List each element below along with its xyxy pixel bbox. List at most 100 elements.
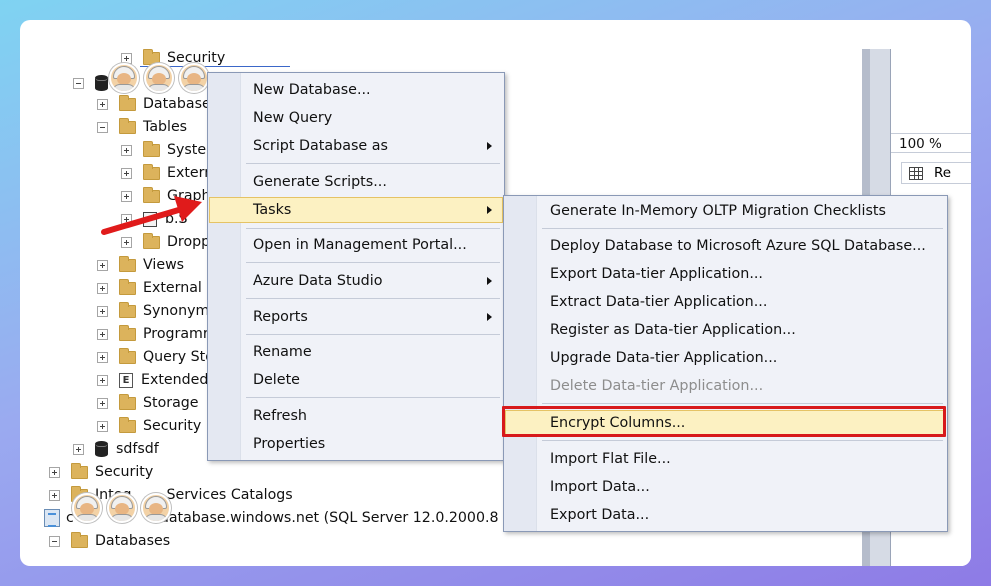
collapse-icon[interactable] bbox=[73, 77, 84, 89]
server-icon bbox=[44, 509, 60, 527]
tree-item-label: Tables bbox=[143, 119, 188, 135]
expand-icon[interactable] bbox=[97, 98, 108, 110]
folder-icon bbox=[119, 324, 136, 341]
menu-separator bbox=[542, 403, 943, 404]
menu-item-export-data[interactable]: Export Data... bbox=[505, 502, 946, 528]
menu-item-label: Extract Data-tier Application... bbox=[550, 294, 768, 310]
expand-icon[interactable] bbox=[97, 305, 108, 317]
tree-item-external-tables[interactable]: Extern bbox=[121, 162, 213, 184]
menu-item-label: Deploy Database to Microsoft Azure SQL D… bbox=[550, 238, 926, 254]
menu-item-tasks[interactable]: Tasks bbox=[209, 197, 503, 223]
collapse-icon[interactable] bbox=[97, 121, 108, 133]
tree-item-external-resources[interactable]: External R bbox=[97, 277, 216, 299]
menu-item-import-data[interactable]: Import Data... bbox=[505, 474, 946, 500]
menu-item-generate-oltp-checklists[interactable]: Generate In-Memory OLTP Migration Checkl… bbox=[505, 198, 946, 224]
tree-item-databases[interactable]: Databases bbox=[49, 530, 170, 552]
menu-item-azure-data-studio[interactable]: Azure Data Studio bbox=[209, 268, 503, 294]
menu-item-deploy-to-azure[interactable]: Deploy Database to Microsoft Azure SQL D… bbox=[505, 233, 946, 259]
menu-item-label: Import Flat File... bbox=[550, 451, 671, 467]
tree-item-storage[interactable]: Storage bbox=[97, 392, 199, 414]
expand-icon[interactable] bbox=[97, 351, 108, 363]
collapse-icon[interactable] bbox=[49, 535, 60, 547]
folder-icon bbox=[71, 462, 88, 479]
menu-item-new-database[interactable]: New Database... bbox=[209, 77, 503, 103]
tree-item-programmability[interactable]: Programr bbox=[97, 323, 209, 345]
extended-events-icon: E bbox=[119, 372, 133, 388]
encrypt-columns-highlight bbox=[502, 406, 946, 437]
menu-item-refresh[interactable]: Refresh bbox=[209, 403, 503, 429]
menu-item-label: Delete Data-tier Application... bbox=[550, 378, 764, 394]
tree-item-query-store[interactable]: Query Sto bbox=[97, 346, 214, 368]
tree-item-label: Security bbox=[95, 464, 154, 480]
menu-item-open-management-portal[interactable]: Open in Management Portal... bbox=[209, 232, 503, 258]
folder-icon bbox=[143, 140, 160, 157]
menu-separator bbox=[542, 440, 943, 441]
expand-icon[interactable] bbox=[121, 144, 132, 156]
tree-item-views[interactable]: Views bbox=[97, 254, 184, 276]
folder-icon bbox=[119, 94, 136, 111]
zoom-level[interactable]: 100 % bbox=[899, 136, 942, 152]
submenu-arrow-icon bbox=[487, 277, 492, 285]
menu-item-new-query[interactable]: New Query bbox=[209, 105, 503, 131]
menu-item-extract-data-tier[interactable]: Extract Data-tier Application... bbox=[505, 289, 946, 315]
menu-icon-gutter bbox=[208, 73, 241, 460]
menu-item-label: Export Data... bbox=[550, 507, 650, 523]
tree-item-label: Extended bbox=[141, 372, 209, 388]
tree-item-security-server[interactable]: Security bbox=[49, 461, 153, 483]
tree-item-label: Programr bbox=[143, 326, 209, 342]
results-tab-label: Re bbox=[934, 165, 952, 181]
menu-separator bbox=[246, 334, 500, 335]
menu-item-export-data-tier[interactable]: Export Data-tier Application... bbox=[505, 261, 946, 287]
folder-icon bbox=[119, 255, 136, 272]
menu-item-label: Export Data-tier Application... bbox=[550, 266, 763, 282]
expand-icon[interactable] bbox=[121, 52, 132, 64]
tree-item-label: Storage bbox=[143, 395, 199, 411]
menu-item-label: Refresh bbox=[253, 408, 307, 424]
menu-item-label: Generate Scripts... bbox=[253, 174, 387, 190]
menu-separator bbox=[246, 163, 500, 164]
avatar-mask bbox=[144, 63, 174, 93]
tree-item-synonyms[interactable]: Synonym bbox=[97, 300, 209, 322]
tree-item-system-tables[interactable]: Syster bbox=[121, 139, 212, 161]
tree-item-security-db[interactable]: Security bbox=[97, 415, 201, 437]
tree-item-sdfsdf[interactable]: sdfsdf bbox=[73, 438, 159, 460]
menu-item-import-flat-file[interactable]: Import Flat File... bbox=[505, 446, 946, 472]
menu-item-delete[interactable]: Delete bbox=[209, 367, 503, 393]
expand-icon[interactable] bbox=[97, 328, 108, 340]
database-context-menu: New Database... New Query Script Databas… bbox=[207, 72, 505, 461]
arrow-shaft bbox=[101, 206, 185, 235]
menu-item-upgrade-data-tier[interactable]: Upgrade Data-tier Application... bbox=[505, 345, 946, 371]
menu-item-generate-scripts[interactable]: Generate Scripts... bbox=[209, 169, 503, 195]
tree-item-label: Syster bbox=[167, 142, 212, 158]
menu-item-script-database-as[interactable]: Script Database as bbox=[209, 133, 503, 159]
menu-item-label: Import Data... bbox=[550, 479, 650, 495]
expand-icon[interactable] bbox=[97, 420, 108, 432]
expand-icon[interactable] bbox=[121, 167, 132, 179]
menu-item-label: Properties bbox=[253, 436, 326, 452]
expand-icon[interactable] bbox=[49, 466, 60, 478]
menu-item-reports[interactable]: Reports bbox=[209, 304, 503, 330]
menu-item-register-data-tier[interactable]: Register as Data-tier Application... bbox=[505, 317, 946, 343]
tree-item-label: Synonym bbox=[143, 303, 210, 319]
tree-item-tables[interactable]: Tables bbox=[97, 116, 187, 138]
menu-separator bbox=[246, 228, 500, 229]
tree-item-extended-events[interactable]: E Extended bbox=[97, 369, 208, 391]
menu-item-rename[interactable]: Rename bbox=[209, 339, 503, 365]
submenu-arrow-icon bbox=[487, 206, 492, 214]
menu-item-properties[interactable]: Properties bbox=[209, 431, 503, 457]
expand-icon[interactable] bbox=[97, 259, 108, 271]
expand-icon[interactable] bbox=[97, 397, 108, 409]
expand-icon[interactable] bbox=[97, 282, 108, 294]
submenu-arrow-icon bbox=[487, 313, 492, 321]
tree-item-database-diagrams[interactable]: Database bbox=[97, 93, 211, 115]
expand-icon[interactable] bbox=[73, 443, 84, 455]
avatar-mask bbox=[141, 493, 171, 523]
tree-item-label: Security bbox=[143, 418, 202, 434]
tree-item-label: Query Sto bbox=[143, 349, 214, 365]
menu-separator bbox=[246, 262, 500, 263]
menu-item-label: Generate In-Memory OLTP Migration Checkl… bbox=[550, 203, 886, 219]
results-tab[interactable]: Re bbox=[901, 162, 971, 184]
expand-icon[interactable] bbox=[49, 489, 60, 501]
menu-item-label: New Query bbox=[253, 110, 333, 126]
expand-icon[interactable] bbox=[97, 374, 108, 386]
